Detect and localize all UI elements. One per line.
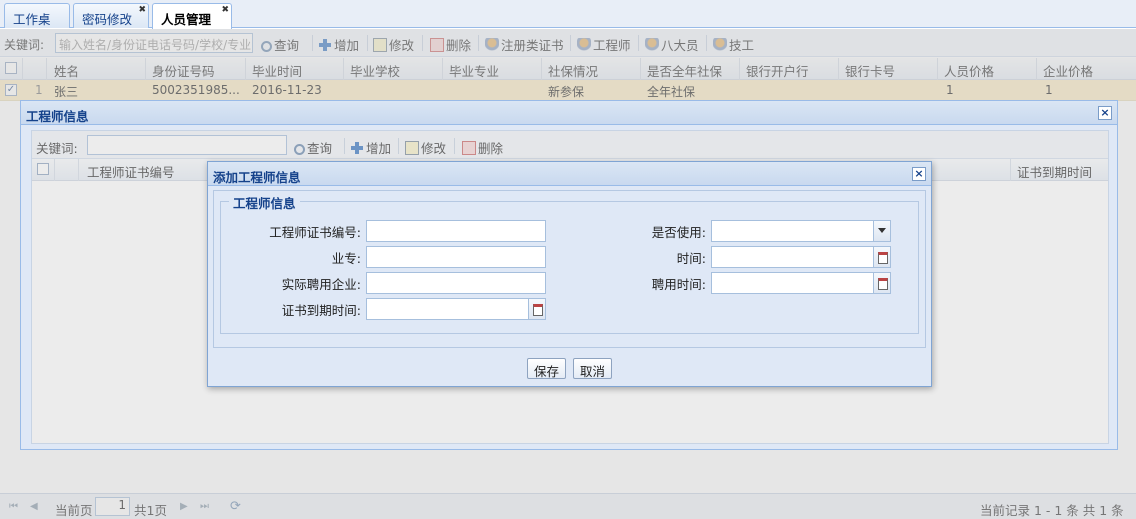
time-label: 时间: (676, 251, 706, 266)
engineer-fieldset: 工程师信息 工程师证书编号: 业专: 实际聘用企业: 证书到期时间: 是否使用:… (220, 193, 919, 334)
employer-input[interactable] (366, 272, 546, 294)
close-icon[interactable]: × (1098, 106, 1112, 120)
specialty-input[interactable] (366, 246, 546, 268)
tab-password[interactable]: 密码修改 ✖ (73, 3, 149, 28)
add-engineer-dialog: 添加工程师信息 × 工程师信息 工程师证书编号: 业专: 实际聘用企业: 证书到… (207, 161, 932, 387)
chevron-down-icon[interactable] (873, 220, 891, 242)
tab-label: 人员管理 (161, 12, 212, 27)
window-titlebar: 工程师信息 × (21, 101, 1117, 125)
close-icon[interactable]: ✖ (221, 5, 229, 15)
cert-expiry-label: 证书到期时间: (281, 303, 361, 318)
time-date-field[interactable] (711, 246, 891, 268)
calendar-icon[interactable] (873, 272, 891, 294)
fieldset-legend: 工程师信息 (229, 193, 300, 212)
close-icon[interactable]: × (912, 167, 926, 181)
tab-personnel[interactable]: 人员管理 ✖ (152, 3, 232, 29)
hire-time-date-field[interactable] (711, 272, 891, 294)
tab-workdesk[interactable]: 工作桌面 (4, 3, 70, 46)
cert-number-input[interactable] (366, 220, 546, 242)
dialog-titlebar: 添加工程师信息 × (208, 162, 931, 186)
calendar-icon[interactable] (873, 246, 891, 268)
cancel-button[interactable]: 取消 (573, 358, 613, 379)
in-use-select[interactable] (711, 220, 891, 242)
tab-label: 密码修改 (82, 12, 133, 27)
close-icon[interactable]: ✖ (138, 5, 146, 15)
window-title: 工程师信息 (26, 109, 89, 124)
in-use-label: 是否使用: (651, 225, 706, 240)
save-button[interactable]: 保存 (527, 358, 567, 379)
calendar-icon[interactable] (528, 298, 546, 320)
cert-expiry-date-field[interactable] (366, 298, 546, 320)
employer-label: 实际聘用企业: (281, 277, 361, 292)
dialog-title: 添加工程师信息 (213, 170, 301, 185)
tab-bar: 工作桌面 密码修改 ✖ 人员管理 ✖ (0, 0, 1136, 46)
specialty-label: 业专: (331, 251, 361, 266)
dialog-form-panel: 工程师信息 工程师证书编号: 业专: 实际聘用企业: 证书到期时间: 是否使用:… (213, 190, 926, 348)
hire-time-label: 聘用时间: (651, 277, 706, 292)
cert-number-label: 工程师证书编号: (269, 225, 361, 240)
